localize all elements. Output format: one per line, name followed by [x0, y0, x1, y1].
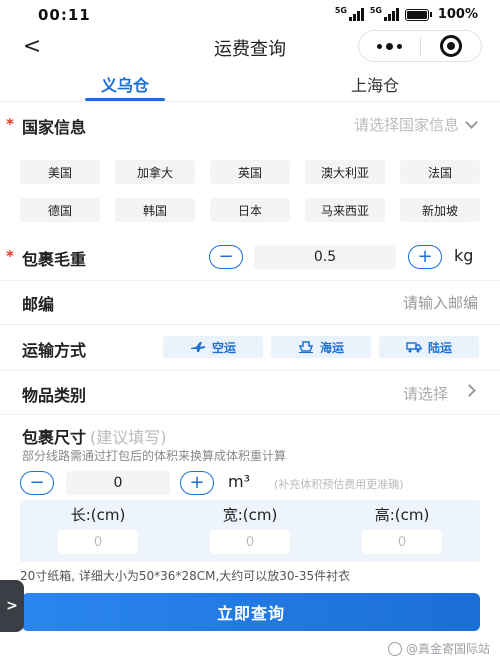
postcode-label: 邮编: [22, 295, 55, 314]
plus-icon: +: [189, 472, 205, 493]
more-button[interactable]: [359, 31, 420, 61]
width-input[interactable]: 0: [210, 530, 290, 554]
divider: [0, 414, 500, 415]
weight-input[interactable]: 0.5: [254, 245, 396, 269]
volume-increase-button[interactable]: +: [180, 471, 214, 495]
country-label: 国家信息: [22, 118, 87, 137]
volume-decrease-button[interactable]: −: [20, 471, 54, 495]
plus-icon: +: [417, 246, 433, 267]
required-mark: *: [6, 247, 14, 265]
size-label-text: 包裹尺寸: [22, 428, 87, 447]
more-dot-icon: [376, 43, 382, 49]
status-time: 00:11: [38, 6, 91, 24]
country-chip[interactable]: 法国: [400, 160, 480, 184]
signal-icon: 5G: [335, 6, 364, 21]
country-chip[interactable]: 美国: [20, 160, 100, 184]
more-dot-icon: [396, 43, 402, 49]
submit-query-button[interactable]: 立即查询: [22, 593, 480, 631]
required-mark: *: [6, 115, 14, 133]
nav-bar: < 运费查询: [0, 30, 500, 64]
transport-label-land: 陆运: [427, 340, 452, 355]
status-bar: 00:11 5G 5G 100%: [0, 0, 500, 30]
divider: [0, 280, 500, 281]
height-label: 高:(cm): [374, 506, 430, 524]
close-ring-icon: [439, 35, 462, 57]
warehouse-tabs: 义乌仓 上海仓: [0, 64, 500, 102]
country-options: 美国 加拿大 英国 澳大利亚 法国 德国 韩国 日本 马来西亚 新加坡: [20, 160, 482, 222]
battery-icon: [404, 8, 432, 21]
minus-icon: −: [29, 472, 45, 493]
box-note: 20寸纸箱, 详细大小为50*36*28CM,大约可以放30-35件衬衣: [20, 569, 351, 583]
length-column: 长:(cm) 0: [38, 504, 158, 554]
category-select[interactable]: 请选择: [403, 383, 448, 404]
watermark: @真金寄国际站: [387, 640, 490, 657]
battery-percent: 100%: [437, 7, 478, 22]
truck-icon: [406, 341, 422, 353]
volume-unit: m³: [228, 472, 250, 491]
chevron-right-icon: [463, 384, 476, 397]
chevron-down-icon: [465, 116, 478, 129]
ship-icon: [298, 341, 314, 353]
country-chip[interactable]: 韩国: [115, 198, 195, 222]
signal-icon: 5G: [370, 6, 399, 21]
chevron-right-icon: >: [6, 598, 18, 614]
postcode-input[interactable]: 请输入邮编: [403, 292, 478, 313]
status-icons: 5G 5G 100%: [335, 6, 478, 22]
weight-unit: kg: [454, 246, 474, 265]
height-column: 高:(cm) 0: [342, 504, 462, 554]
country-placeholder: 请选择国家信息: [353, 116, 459, 134]
transport-label: 运输方式: [22, 341, 87, 360]
minus-icon: −: [218, 246, 234, 267]
height-input[interactable]: 0: [362, 530, 442, 554]
more-dot-icon: [385, 42, 393, 50]
close-button[interactable]: [420, 31, 481, 61]
transport-air-button[interactable]: 空运: [163, 336, 263, 358]
volume-note: (补充体积预估费用更准确): [274, 478, 404, 491]
transport-label-air: 空运: [211, 340, 236, 355]
weight-increase-button[interactable]: +: [408, 245, 442, 269]
country-chip[interactable]: 日本: [210, 198, 290, 222]
country-chip[interactable]: 马来西亚: [305, 198, 385, 222]
width-label: 宽:(cm): [222, 506, 278, 524]
country-chip[interactable]: 澳大利亚: [305, 160, 385, 184]
country-select[interactable]: 请选择国家信息: [353, 114, 478, 135]
country-chip[interactable]: 新加坡: [400, 198, 480, 222]
width-column: 宽:(cm) 0: [190, 504, 310, 554]
mini-program-capsule: [358, 30, 482, 62]
watermark-logo-icon: [387, 641, 402, 656]
size-suggestion: (建议填写): [90, 428, 167, 447]
transport-land-button[interactable]: 陆运: [379, 336, 479, 358]
dimension-panel: 长:(cm) 0 宽:(cm) 0 高:(cm) 0: [20, 500, 480, 562]
weight-label: 包裹毛重: [22, 250, 87, 269]
category-label: 物品类别: [22, 386, 87, 405]
weight-decrease-button[interactable]: −: [209, 245, 243, 269]
country-chip[interactable]: 德国: [20, 198, 100, 222]
tab-yiwu[interactable]: 义乌仓: [0, 64, 250, 101]
size-label: 包裹尺寸 (建议填写): [22, 424, 167, 448]
watermark-text: @真金寄国际站: [405, 642, 490, 656]
length-input[interactable]: 0: [58, 530, 138, 554]
length-label: 长:(cm): [70, 506, 126, 524]
plane-icon: [190, 341, 206, 353]
country-chip[interactable]: 加拿大: [115, 160, 195, 184]
size-hint: 部分线路需通过打包后的体积来换算成体积重计算: [22, 449, 287, 463]
volume-input[interactable]: 0: [66, 471, 170, 495]
country-chip[interactable]: 英国: [210, 160, 290, 184]
transport-label-sea: 海运: [319, 340, 344, 355]
side-expand-handle[interactable]: >: [0, 580, 24, 632]
divider: [0, 370, 500, 371]
divider: [0, 324, 500, 325]
tab-shanghai[interactable]: 上海仓: [250, 64, 500, 101]
transport-sea-button[interactable]: 海运: [271, 336, 371, 358]
